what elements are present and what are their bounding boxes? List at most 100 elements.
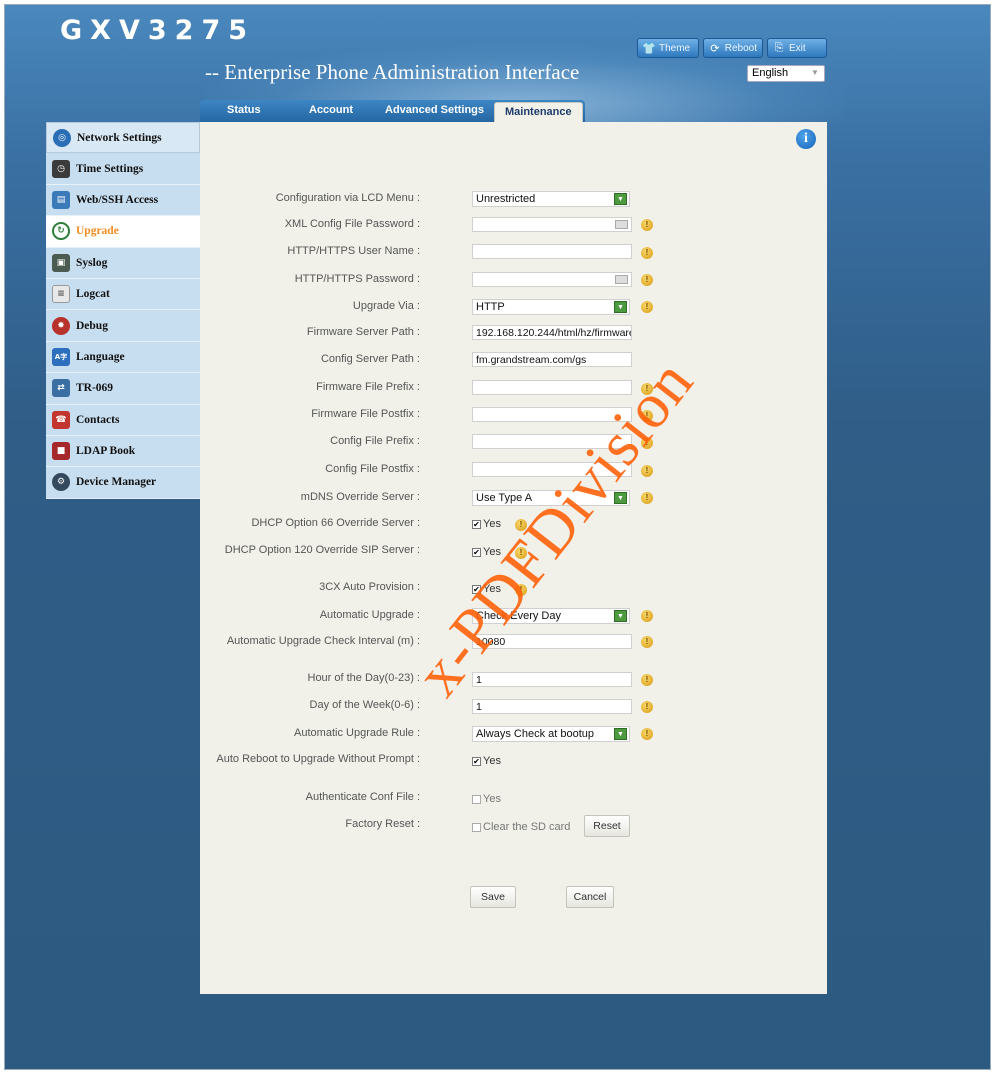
- chevron-down-icon: ▼: [811, 68, 819, 77]
- bug-icon: ✸: [52, 316, 70, 335]
- exit-button[interactable]: ⎘ Exit: [767, 38, 827, 58]
- tab-maintenance[interactable]: Maintenance: [494, 102, 583, 122]
- help-icon[interactable]: !: [641, 636, 653, 648]
- tab-account[interactable]: Account: [309, 104, 353, 116]
- http-username-field[interactable]: [472, 244, 632, 259]
- sidebar-item-debug[interactable]: ✸ Debug: [46, 310, 200, 342]
- help-icon[interactable]: !: [641, 728, 653, 740]
- check-interval-field[interactable]: 10080: [472, 634, 632, 649]
- help-icon[interactable]: !: [641, 610, 653, 622]
- checkbox-checked-icon: ✔: [472, 756, 481, 766]
- sidebar-item-upgrade[interactable]: ↻ Upgrade: [46, 216, 200, 248]
- help-icon[interactable]: !: [641, 674, 653, 686]
- sidebar-item-label: Network Settings: [77, 131, 162, 144]
- field-label: Automatic Upgrade Check Interval (m) :: [226, 635, 420, 647]
- mdns-override-select[interactable]: Use Type A ▼: [472, 490, 630, 506]
- help-icon[interactable]: !: [641, 410, 653, 422]
- sidebar-item-ldap-book[interactable]: ■ LDAP Book: [46, 435, 200, 468]
- keyboard-icon: [615, 275, 628, 284]
- theme-button[interactable]: 👕 Theme: [637, 38, 699, 58]
- web-access-icon: ▤: [52, 190, 70, 209]
- sidebar-item-web-ssh-access[interactable]: ▤ Web/SSH Access: [46, 184, 200, 217]
- config-postfix-field[interactable]: [472, 462, 632, 477]
- reboot-button[interactable]: ⟳ Reboot: [703, 38, 763, 58]
- syslog-icon: ▣: [52, 253, 70, 272]
- upgrade-icon: ↻: [52, 222, 70, 241]
- checkbox-checked-icon: ✔: [472, 547, 481, 557]
- automatic-upgrade-select[interactable]: Check Every Day ▼: [472, 608, 630, 624]
- help-icon[interactable]: !: [515, 547, 527, 559]
- dhcp120-checkbox[interactable]: ✔ Yes: [472, 546, 501, 558]
- lcd-menu-select[interactable]: Unrestricted ▼: [472, 191, 630, 207]
- clear-sd-card-checkbox[interactable]: Clear the SD card: [472, 821, 570, 833]
- checkbox-label: Yes: [483, 518, 501, 530]
- config-prefix-field[interactable]: [472, 434, 632, 449]
- field-label: Config File Prefix :: [330, 435, 420, 447]
- field-label: DHCP Option 66 Override Server :: [251, 517, 420, 529]
- exit-label: Exit: [789, 42, 806, 54]
- book-icon: ■: [52, 442, 70, 461]
- checkbox-label: Yes: [483, 546, 501, 558]
- help-icon[interactable]: !: [641, 492, 653, 504]
- sidebar-item-device-manager[interactable]: ⚙ Device Manager: [46, 467, 200, 499]
- help-icon[interactable]: !: [641, 383, 653, 395]
- help-icon[interactable]: !: [641, 247, 653, 259]
- checkbox-unchecked-icon: [472, 822, 481, 832]
- form-row-upgrade-rule: Automatic Upgrade Rule : Always Check at…: [200, 726, 827, 742]
- select-value: Check Every Day: [476, 610, 561, 622]
- checkbox-label: Yes: [483, 755, 501, 767]
- form-row-auto-upgrade: Automatic Upgrade : Check Every Day ▼ !: [200, 608, 827, 624]
- field-label: DHCP Option 120 Override SIP Server :: [224, 544, 420, 556]
- http-password-field[interactable]: [472, 272, 632, 287]
- auto-reboot-checkbox[interactable]: ✔ Yes: [472, 755, 501, 767]
- help-icon[interactable]: !: [641, 274, 653, 286]
- reset-button[interactable]: Reset: [584, 815, 630, 837]
- help-icon[interactable]: !: [515, 584, 527, 596]
- sidebar-item-logcat[interactable]: ≡ Logcat: [46, 278, 200, 311]
- authenticate-conf-checkbox[interactable]: Yes: [472, 793, 501, 805]
- 3cx-auto-provision-checkbox[interactable]: ✔ Yes: [472, 583, 501, 595]
- device-manager-icon: ⚙: [52, 473, 70, 492]
- config-server-path-field[interactable]: fm.grandstream.com/gs: [472, 352, 632, 367]
- firmware-prefix-field[interactable]: [472, 380, 632, 395]
- sidebar-item-label: Time Settings: [76, 162, 144, 175]
- save-button[interactable]: Save: [470, 886, 516, 908]
- sidebar-item-language[interactable]: A字 Language: [46, 341, 200, 374]
- hour-of-day-field[interactable]: 1: [472, 672, 632, 687]
- firmware-postfix-field[interactable]: [472, 407, 632, 422]
- upgrade-rule-select[interactable]: Always Check at bootup ▼: [472, 726, 630, 742]
- sidebar-item-tr-069[interactable]: ⇄ TR-069: [46, 373, 200, 405]
- main-tabs: Status Account Advanced Settings Mainten…: [200, 100, 827, 122]
- day-of-week-field[interactable]: 1: [472, 699, 632, 714]
- xml-password-field[interactable]: [472, 217, 632, 232]
- info-icon[interactable]: i: [796, 129, 816, 149]
- sidebar-item-time-settings[interactable]: ◷ Time Settings: [46, 153, 200, 185]
- language-select[interactable]: English ▼: [747, 65, 825, 82]
- help-icon[interactable]: !: [641, 701, 653, 713]
- sidebar-item-label: Web/SSH Access: [76, 193, 159, 206]
- field-label: mDNS Override Server :: [300, 491, 420, 503]
- sidebar-item-syslog[interactable]: ▣ Syslog: [46, 247, 200, 279]
- sidebar-item-contacts[interactable]: ☎ Contacts: [46, 404, 200, 436]
- help-icon[interactable]: !: [641, 437, 653, 449]
- field-label: Firmware Server Path :: [306, 326, 420, 338]
- field-label: Config Server Path :: [320, 353, 420, 365]
- select-value: Unrestricted: [476, 193, 536, 205]
- tab-status[interactable]: Status: [227, 104, 261, 116]
- field-label: Configuration via LCD Menu :: [275, 192, 420, 204]
- upgrade-via-select[interactable]: HTTP ▼: [472, 299, 630, 315]
- checkbox-label: Clear the SD card: [483, 821, 571, 833]
- tr069-icon: ⇄: [52, 379, 70, 398]
- help-icon[interactable]: !: [515, 519, 527, 531]
- brand-title: GXV3275: [60, 15, 256, 46]
- firmware-server-path-field[interactable]: 192.168.120.244/html/hz/firmware/: [472, 325, 632, 340]
- tab-advanced-settings[interactable]: Advanced Settings: [385, 104, 484, 116]
- dhcp66-checkbox[interactable]: ✔ Yes: [472, 518, 501, 530]
- sidebar-item-network-settings[interactable]: ◎ Network Settings: [46, 122, 200, 154]
- field-label: HTTP/HTTPS Password :: [294, 273, 420, 285]
- cancel-button[interactable]: Cancel: [566, 886, 614, 908]
- help-icon[interactable]: !: [641, 465, 653, 477]
- select-value: HTTP: [476, 301, 505, 313]
- help-icon[interactable]: !: [641, 301, 653, 313]
- help-icon[interactable]: !: [641, 219, 653, 231]
